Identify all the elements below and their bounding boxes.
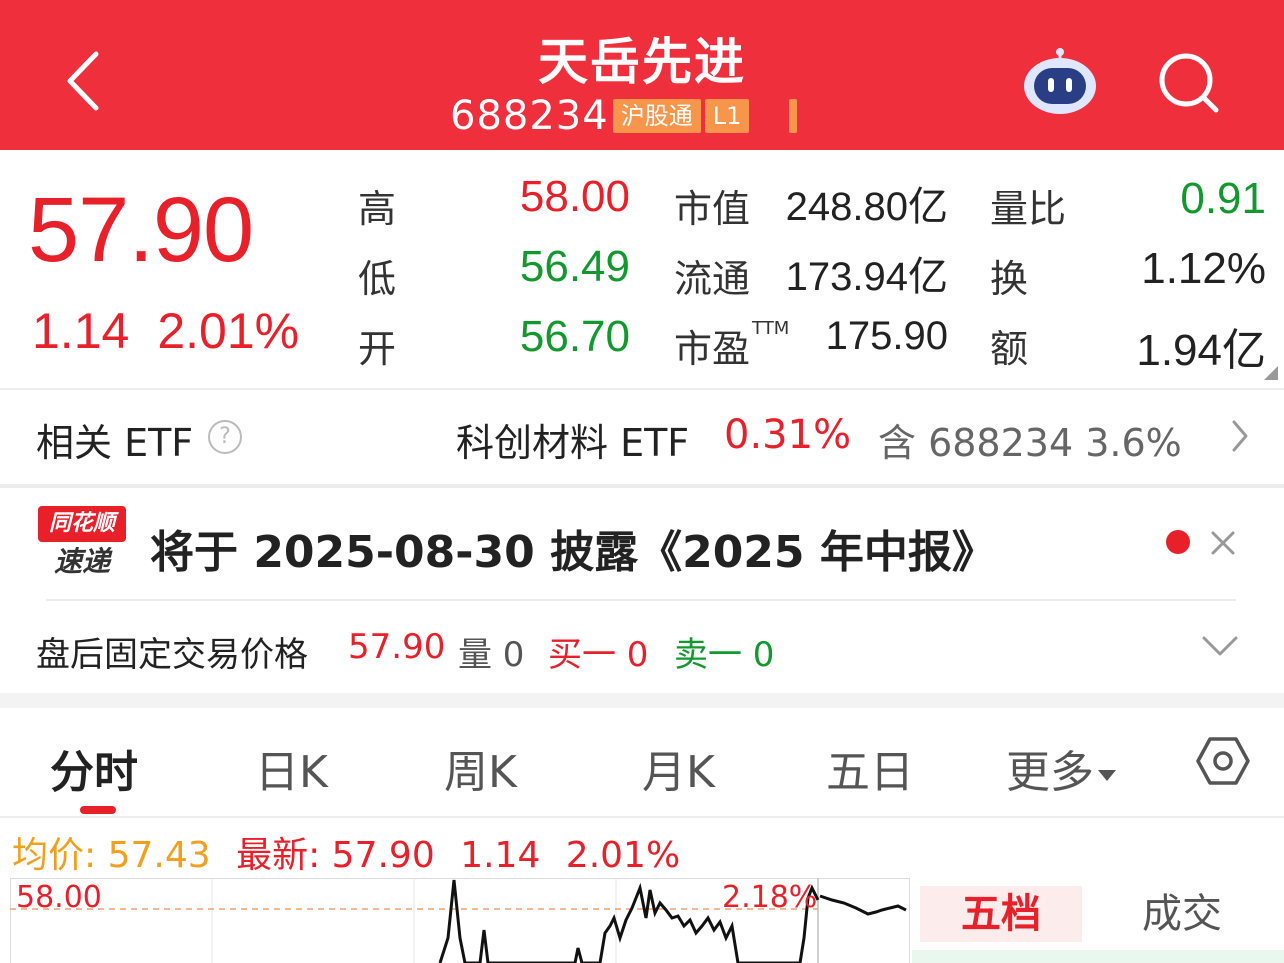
tab-active-indicator <box>80 806 116 814</box>
indicator-line: 均价: 57.43 最新: 57.90 1.14 2.01% <box>12 826 680 878</box>
divider <box>0 816 1284 818</box>
tab-five-day[interactable]: 五日 <box>826 736 914 800</box>
news-banner[interactable]: 同花顺 速递 将于 2025-08-30 披露《2025 年中报》 <box>0 488 1284 600</box>
low-label: 低 <box>358 257 397 301</box>
change-amount: 1.14 <box>32 303 130 359</box>
tab-weekly-k[interactable]: 周K <box>444 736 517 800</box>
expand-corner-icon[interactable] <box>1264 366 1278 380</box>
order-book-panel: 五档 成交 <box>912 878 1284 963</box>
pct-axis-top-label: 2.18% <box>722 880 818 915</box>
float-cap-label: 流通 <box>674 257 751 301</box>
change-percent: 2.01% <box>157 303 300 359</box>
order-book-strip <box>912 950 1284 963</box>
after-hours-sell: 卖一 0 <box>674 635 775 675</box>
latest-price: 最新: 57.90 <box>236 835 435 876</box>
pe-label: 市盈 TTM <box>674 318 789 373</box>
etf-weight: 含 688234 3.6% <box>878 421 1182 465</box>
tab-monthly-k[interactable]: 月K <box>642 736 715 800</box>
tag-hk-connect[interactable]: 沪股通 <box>612 99 701 133</box>
related-etf-row[interactable]: 相关 ETF ? 科创材料 ETF 0.31% 含 688234 3.6% <box>0 390 1284 484</box>
pe-label-text: 市盈 <box>674 327 751 371</box>
after-hours-price: 57.90 <box>348 627 446 667</box>
pe-ttm-sup: TTM <box>752 318 790 339</box>
stock-code: 688234 <box>450 93 609 139</box>
stock-code-line: 688234 沪股通 L1 <box>450 93 798 139</box>
settings-icon[interactable] <box>1196 736 1250 786</box>
unread-dot <box>1166 530 1190 554</box>
tab-five-level[interactable]: 五档 <box>920 886 1082 942</box>
latest-change-percent: 2.01% <box>565 835 681 876</box>
search-icon[interactable] <box>1156 52 1222 114</box>
section-gap <box>0 693 1284 708</box>
amount-label: 额 <box>990 327 1029 371</box>
five-day-line <box>819 894 907 916</box>
news-text: 将于 2025-08-30 披露《2025 年中报》 <box>150 527 996 578</box>
market-cap-value: 248.80亿 <box>785 185 948 229</box>
market-cap-label: 市值 <box>674 187 751 231</box>
after-hours-row[interactable]: 盘后固定交易价格 57.90 量 0 买一 0 卖一 0 <box>0 601 1284 693</box>
news-logo: 同花顺 速递 <box>38 506 126 582</box>
after-hours-volume: 量 0 <box>458 635 525 675</box>
news-logo-top: 同花顺 <box>38 506 126 542</box>
tab-more-label: 更多 <box>1006 747 1094 798</box>
open-label: 开 <box>358 327 397 371</box>
amount-value: 1.94亿 <box>1136 326 1266 375</box>
header-bar: 天岳先进 688234 沪股通 L1 <box>0 0 1284 150</box>
after-hours-label: 盘后固定交易价格 <box>36 635 308 675</box>
tag-more[interactable] <box>789 99 798 133</box>
etf-change-percent: 0.31% <box>724 412 852 458</box>
tab-intraday[interactable]: 分时 <box>50 736 138 800</box>
etf-name: 科创材料 ETF <box>456 421 690 465</box>
float-cap-value: 173.94亿 <box>785 255 948 299</box>
news-logo-bottom: 速递 <box>53 545 110 578</box>
help-icon[interactable]: ? <box>208 420 242 454</box>
turnover-value: 1.12% <box>1141 244 1266 293</box>
open-value: 56.70 <box>519 312 630 361</box>
low-value: 56.49 <box>519 242 630 291</box>
price-change: 1.14 2.01% <box>32 302 327 360</box>
caret-down-icon <box>1098 769 1116 781</box>
avg-price: 均价: 57.43 <box>12 835 211 876</box>
tab-more[interactable]: 更多 <box>1006 736 1116 800</box>
pe-value: 175.90 <box>825 314 948 358</box>
tab-daily-k[interactable]: 日K <box>255 736 328 800</box>
last-price: 57.90 <box>28 179 254 281</box>
tab-trades[interactable]: 成交 <box>1112 886 1252 942</box>
close-icon[interactable] <box>1210 530 1236 556</box>
high-value: 58.00 <box>519 172 630 221</box>
latest-change: 1.14 <box>460 835 541 876</box>
turnover-label: 换 <box>990 257 1029 301</box>
chevron-down-icon[interactable] <box>1200 634 1240 658</box>
volume-ratio-value: 0.91 <box>1180 174 1266 223</box>
related-etf-label: 相关 ETF <box>36 421 194 465</box>
tag-level[interactable]: L1 <box>704 99 750 133</box>
volume-ratio-label: 量比 <box>990 187 1067 231</box>
chevron-right-icon[interactable] <box>1230 418 1250 454</box>
chart-tabs: 分时 日K 周K 月K 五日 更多 <box>0 708 1284 816</box>
y-axis-top-label: 58.00 <box>16 880 102 915</box>
robot-assistant-icon[interactable] <box>1020 44 1100 116</box>
after-hours-buy: 买一 0 <box>548 635 649 675</box>
high-label: 高 <box>358 187 397 231</box>
quote-panel[interactable]: 57.90 1.14 2.01% 高 58.00 低 56.49 开 56.70 … <box>0 150 1284 388</box>
